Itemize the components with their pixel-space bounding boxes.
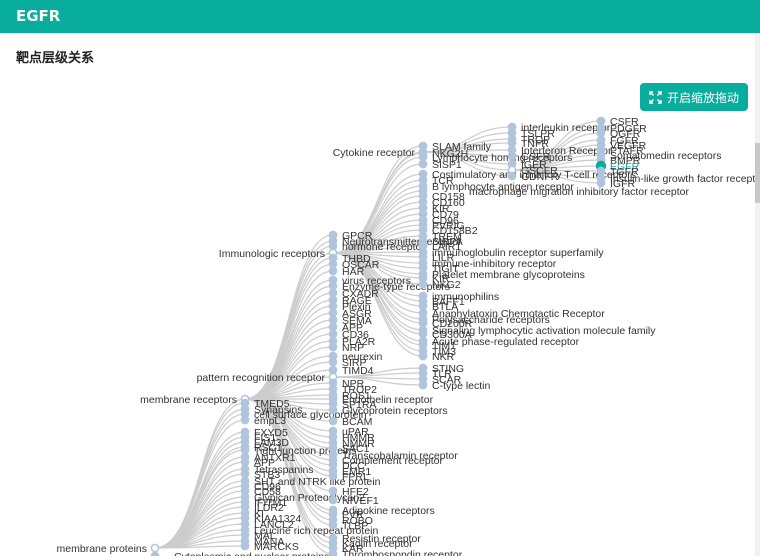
tree-node[interactable]: membrane proteins xyxy=(57,543,160,555)
tree-node[interactable]: membrane receptors xyxy=(140,394,250,406)
node-label: NKG2 xyxy=(432,279,461,291)
node-circle[interactable] xyxy=(240,445,250,455)
node-label: C-type lectin xyxy=(432,380,491,392)
node-circle[interactable] xyxy=(328,416,338,426)
node-label: NKR xyxy=(432,351,455,363)
node-circle[interactable] xyxy=(418,318,428,328)
node-circle[interactable] xyxy=(418,301,428,311)
node-circle[interactable] xyxy=(328,329,338,339)
node-circle[interactable] xyxy=(328,549,338,556)
node-circle[interactable] xyxy=(328,357,338,367)
tree-node[interactable]: Immunologic receptors xyxy=(219,248,338,260)
tree-node[interactable]: Cytokine receptor xyxy=(333,147,428,159)
node-circle[interactable] xyxy=(328,495,338,505)
vertical-scrollbar[interactable] xyxy=(755,33,760,556)
node-label: membrane receptors xyxy=(140,394,237,406)
tree-node[interactable]: hormone receptor xyxy=(328,241,425,253)
node-circle[interactable] xyxy=(328,288,338,298)
node-circle[interactable] xyxy=(596,178,606,188)
expand-icon xyxy=(649,90,662,104)
node-circle[interactable] xyxy=(150,543,160,553)
node-circle[interactable] xyxy=(418,329,428,339)
node-circle[interactable] xyxy=(328,266,338,276)
node-label: TIMD4 xyxy=(342,365,374,377)
node-circle[interactable] xyxy=(596,166,606,176)
node-circle[interactable] xyxy=(328,259,338,269)
node-label: Thrombospondin receptor xyxy=(342,549,463,556)
node-circle[interactable] xyxy=(507,138,517,148)
tree-node[interactable]: C-type lectin xyxy=(418,380,491,392)
node-circle[interactable] xyxy=(328,520,338,530)
tree-node[interactable]: NKR xyxy=(418,351,455,363)
node-circle[interactable] xyxy=(418,351,428,361)
node-label: Cytoplasmic and nuclear proteins xyxy=(174,551,329,556)
node-label: FPRL xyxy=(342,471,369,483)
node-circle[interactable] xyxy=(418,380,428,390)
node-circle[interactable] xyxy=(328,486,338,496)
node-circle[interactable] xyxy=(328,471,338,481)
node-label: Immunologic receptors xyxy=(219,248,325,260)
node-circle[interactable] xyxy=(328,281,338,291)
node-label: IGFR xyxy=(610,178,635,190)
enable-zoom-drag-button[interactable]: 开启缩放拖动 xyxy=(640,83,748,111)
node-circle[interactable] xyxy=(596,128,606,138)
tree-node[interactable]: pattern recognition receptor xyxy=(197,372,338,384)
node-label: TLBP xyxy=(342,520,368,532)
node-label: MARCKS xyxy=(254,541,299,553)
node-circle[interactable] xyxy=(328,405,338,415)
node-circle[interactable] xyxy=(240,469,250,479)
node-label: GDNFR xyxy=(521,171,559,183)
node-circle[interactable] xyxy=(240,457,250,467)
node-circle[interactable] xyxy=(507,151,517,161)
enable-zoom-drag-label: 开启缩放拖动 xyxy=(666,90,739,105)
node-circle[interactable] xyxy=(596,116,606,126)
node-circle[interactable] xyxy=(418,279,428,289)
tree-link xyxy=(154,441,246,549)
node-circle[interactable] xyxy=(150,551,160,556)
node-label: pattern recognition receptor xyxy=(197,372,326,384)
node-label: membrane proteins xyxy=(57,543,147,555)
node-circle[interactable] xyxy=(328,365,338,375)
node-circle[interactable] xyxy=(240,541,250,551)
node-circle[interactable] xyxy=(328,241,338,251)
node-circle[interactable] xyxy=(328,342,338,352)
node-circle[interactable] xyxy=(418,159,428,169)
node-circle[interactable] xyxy=(328,315,338,325)
tree-link xyxy=(154,456,246,549)
tree-node[interactable]: Thrombospondin receptor xyxy=(328,549,463,556)
node-circle[interactable] xyxy=(507,171,517,181)
node-label: macrophage migration inhibitory factor r… xyxy=(469,186,690,198)
node-label: hormone receptor xyxy=(342,241,425,253)
tree-node[interactable]: Cytoplasmic and nuclear proteins xyxy=(150,551,329,556)
node-circle[interactable] xyxy=(328,301,338,311)
node-circle[interactable] xyxy=(328,308,338,318)
node-circle[interactable] xyxy=(328,443,338,453)
node-circle[interactable] xyxy=(240,415,250,425)
scrollbar-thumb[interactable] xyxy=(755,143,760,203)
node-label: Cytokine receptor xyxy=(333,147,416,159)
node-circle[interactable] xyxy=(418,152,428,162)
node-circle[interactable] xyxy=(328,322,338,332)
node-label: empL3 xyxy=(254,415,286,427)
